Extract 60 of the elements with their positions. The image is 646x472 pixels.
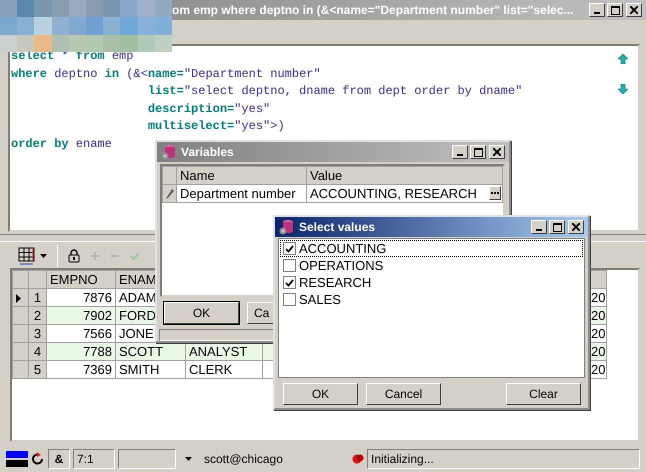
connection-label[interactable]: scott@chicago [204, 450, 283, 468]
substitution-indicator: & [48, 449, 70, 469]
refresh-icon[interactable] [31, 452, 45, 466]
check-icon [285, 244, 294, 252]
status-panel [118, 449, 176, 469]
table-cell: 7902 [46, 306, 116, 324]
dialog-title: Variables [181, 144, 235, 161]
window-title: om emp where deptno in (&<name="Department number" list="selec... [172, 2, 575, 19]
dialog-button[interactable]: Cancel [366, 383, 441, 405]
checkbox[interactable] [283, 276, 296, 289]
table-cell: SMITH [116, 360, 186, 378]
minimize-button[interactable] [531, 220, 547, 234]
dialog-button[interactable]: OK [164, 302, 239, 324]
database-icon [161, 144, 177, 160]
close-button[interactable] [568, 220, 584, 234]
checkbox[interactable] [283, 293, 296, 306]
checkbox-item[interactable]: RESEARCH [280, 274, 583, 291]
checkbox-item[interactable]: ACCOUNTING [280, 240, 583, 257]
checkbox[interactable] [283, 259, 296, 272]
column-header[interactable]: EMPNO [46, 270, 116, 288]
close-icon [630, 6, 638, 14]
caret-icon[interactable] [40, 254, 47, 258]
table-cell: Department number [176, 184, 306, 202]
checkbox-item[interactable]: SALES [280, 291, 583, 308]
close-icon [572, 223, 580, 231]
ellipsis-button[interactable] [489, 186, 501, 200]
close-icon [493, 148, 501, 156]
code-line: list="select deptno, dname from dept order by dname" [148, 83, 522, 100]
maximize-icon [474, 148, 482, 156]
code-line: multiselect="yes">) [148, 118, 285, 136]
maximize-icon [552, 222, 562, 232]
column-header[interactable]: Name [176, 166, 306, 184]
table-cell: 7788 [46, 342, 116, 360]
checkbox[interactable] [283, 242, 296, 255]
column-header[interactable]: Value [306, 166, 502, 184]
code-line: where deptno in (&<name="Department number" [11, 66, 321, 83]
code-line: order by ename [11, 136, 112, 153]
status-light-icon [352, 453, 364, 465]
lock-icon[interactable] [68, 249, 80, 263]
check-icon [285, 278, 294, 286]
check-icon[interactable] [130, 251, 140, 261]
caret-icon[interactable] [185, 457, 192, 461]
table-cell: 7369 [46, 360, 116, 378]
code-line: description="yes" [148, 100, 270, 118]
grid-layout-icon[interactable] [18, 247, 36, 265]
table-cell: SCOTT [116, 342, 186, 360]
row-indicator[interactable] [12, 288, 28, 306]
dialog-button[interactable]: Clear [506, 383, 581, 405]
current-row-icon [16, 294, 21, 303]
down-arrow-icon[interactable] [618, 84, 628, 94]
status-message: Initializing... [367, 449, 640, 469]
up-arrow-icon[interactable] [618, 54, 628, 64]
dialog-button[interactable]: OK [283, 383, 358, 405]
checkbox-item[interactable]: OPERATIONS [280, 257, 583, 274]
color-swatch-icon [6, 450, 28, 468]
maximize-icon [610, 6, 620, 14]
table-cell: CLERK [186, 360, 262, 378]
maximize-button[interactable] [549, 220, 565, 234]
database-icon [279, 219, 295, 235]
cursor-position: 7:1 [73, 449, 115, 469]
